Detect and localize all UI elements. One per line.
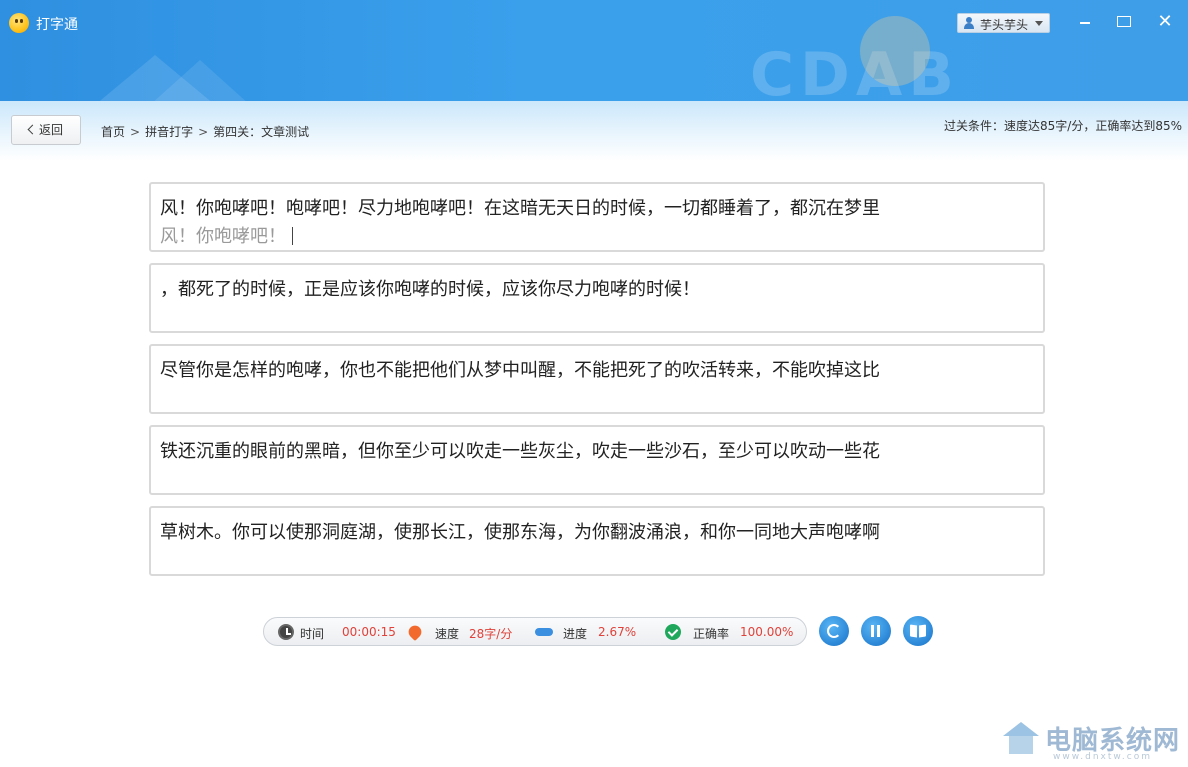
source-text: 风！你咆哮吧！咆哮吧！尽力地咆哮吧！在这暗无天日的时候，一切都睡着了，都沉在梦里 [160,198,880,219]
check-circle-icon [665,624,681,640]
text-cursor [292,227,293,245]
accuracy-stat: 正确率 100.00% [665,624,800,641]
breadcrumb-home[interactable]: 首页 [101,125,125,139]
decorative-character-illustration [860,16,930,86]
back-button[interactable]: 返回 [11,115,81,145]
user-account-dropdown[interactable]: 芋头芋头 [957,13,1050,33]
speed-value: 28字/分 [469,627,513,641]
pass-condition: 过关条件：速度达85字/分，正确率达到85% [944,119,1182,133]
pause-button[interactable] [861,616,891,646]
speed-label: 速度 [435,627,460,641]
accuracy-label: 正确率 [693,627,730,641]
progress-bar-icon [535,628,553,636]
source-text: ，都死了的时候，正是应该你咆哮的时候，应该你尽力咆哮的时候！ [160,279,700,300]
article-list-button[interactable] [903,616,933,646]
typing-line-box[interactable]: ，都死了的时候，正是应该你咆哮的时候，应该你尽力咆哮的时候！ [149,263,1045,333]
typed-text[interactable]: 风！你咆哮吧！ [160,222,293,248]
clock-icon [278,624,294,640]
accuracy-value: 100.00% [740,625,794,639]
speed-stat: 速度 28字/分 [405,622,517,642]
minimize-button[interactable] [1073,10,1097,34]
app-logo-icon [9,13,29,33]
typing-line-box[interactable]: 风！你咆哮吧！咆哮吧！尽力地咆哮吧！在这暗无天日的时候，一切都睡着了，都沉在梦里… [149,182,1045,252]
user-name: 芋头芋头 [980,18,1029,32]
typed-text-value: 风！你咆哮吧！ [160,226,286,247]
maximize-button[interactable] [1113,10,1137,34]
caret-down-icon [1035,21,1043,26]
watermark-subtext: www.dnxtw.com [1053,752,1153,762]
breadcrumb-separator: > [198,125,209,139]
typing-line-box[interactable]: 铁还沉重的眼前的黑暗，但你至少可以吹走一些灰尘，吹走一些沙石，至少可以吹动一些花 [149,425,1045,495]
breadcrumb-separator: > [130,125,141,139]
progress-stat: 进度 2.67% [535,624,645,641]
progress-label: 进度 [563,627,588,641]
chevron-left-icon [27,124,38,135]
time-label: 时间 [300,627,325,641]
restart-button[interactable] [819,616,849,646]
source-text: 铁还沉重的眼前的黑暗，但你至少可以吹走一些灰尘，吹走一些沙石，至少可以吹动一些花 [160,441,880,462]
title-bar: CDAB 打字通 芋头芋头 ✕ [0,0,1188,101]
back-button-label: 返回 [38,123,63,137]
app-title: 打字通 [36,17,78,33]
background-mountain-shape [150,60,250,101]
close-button[interactable]: ✕ [1153,10,1177,34]
rocket-icon [405,622,425,642]
source-text: 尽管你是怎样的咆哮，你也不能把他们从梦中叫醒，不能把死了的吹活转来，不能吹掉这比 [160,360,880,381]
breadcrumb-current: 第四关：文章测试 [213,125,310,139]
time-stat: 时间 00:00:15 [278,624,398,641]
breadcrumb: 首页 > 拼音打字 > 第四关：文章测试 [101,123,309,140]
typing-line-box[interactable]: 尽管你是怎样的咆哮，你也不能把他们从梦中叫醒，不能把死了的吹活转来，不能吹掉这比 [149,344,1045,414]
stats-bar: 时间 00:00:15 速度 28字/分 进度 2.67% 正确率 100.00… [263,617,807,646]
user-icon [964,17,974,29]
breadcrumb-pinyin[interactable]: 拼音打字 [145,125,193,139]
typing-line-box[interactable]: 草树木。你可以使那洞庭湖，使那长江，使那东海，为你翻波涌浪，和你一同地大声咆哮啊 [149,506,1045,576]
progress-value: 2.67% [598,625,637,639]
source-text: 草树木。你可以使那洞庭湖，使那长江，使那东海，为你翻波涌浪，和你一同地大声咆哮啊 [160,522,880,543]
time-value: 00:00:15 [342,625,396,639]
watermark-logo: 电脑系统网 www.dnxtw.com [1003,718,1183,766]
house-icon [1003,722,1039,756]
